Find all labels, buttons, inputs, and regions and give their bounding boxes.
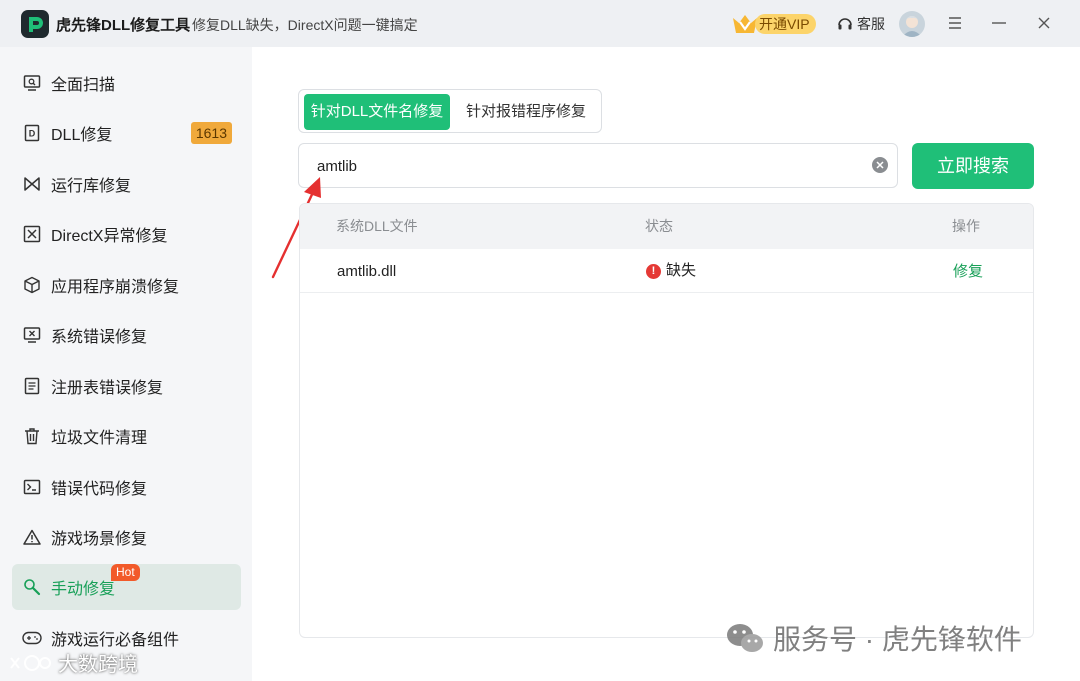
sidebar-item-label: 游戏运行必备组件 [51, 632, 180, 649]
dll-count-badge: 1613 [190, 122, 232, 144]
sidebar: 全面扫描 D DLL修复 1613 运行库修复 DirectX异常修复 应用程序… [0, 47, 252, 681]
service-label: 客服 [857, 16, 885, 32]
trash-icon [22, 426, 42, 446]
search-button[interactable]: 立即搜索 [912, 143, 1034, 189]
row-file-name: amtlib.dll [337, 263, 397, 280]
minimize-icon[interactable] [988, 12, 1010, 34]
wrench-icon [22, 577, 42, 597]
row-status: ! 缺失 [646, 249, 696, 293]
header-file: 系统DLL文件 [336, 218, 418, 234]
header-status: 状态 [645, 218, 673, 234]
sidebar-item-registry-repair[interactable]: 注册表错误修复 [12, 363, 241, 409]
watermark-text: 服务号 · 虎先锋软件 [773, 624, 1022, 655]
repair-link[interactable]: 修复 [953, 249, 983, 294]
watermark-logo-icon [10, 654, 51, 671]
watermark: 服务号 · 虎先锋软件 [725, 618, 1022, 658]
hot-badge: Hot [111, 564, 140, 581]
app-logo-icon [21, 10, 49, 38]
avatar[interactable] [899, 11, 925, 37]
repair-mode-tabs: 针对DLL文件名修复 针对报错程序修复 [298, 89, 602, 133]
watermark-secondary-text: 大数跨境 [58, 654, 138, 676]
vip-button[interactable]: 开通VIP [731, 12, 816, 36]
sidebar-item-game-scene-repair[interactable]: 游戏场景修复 [12, 514, 241, 560]
menu-icon[interactable] [944, 12, 966, 34]
monitor-x-icon [22, 325, 42, 345]
sidebar-item-label: DirectX异常修复 [51, 228, 168, 245]
search-box [298, 143, 898, 188]
sidebar-item-manual-repair[interactable]: 手动修复 Hot [12, 564, 241, 610]
terminal-icon [22, 477, 42, 497]
warning-icon [22, 527, 42, 547]
row-status-label: 缺失 [666, 262, 697, 279]
sidebar-item-full-scan[interactable]: 全面扫描 [12, 60, 241, 106]
dll-results-table: 系统DLL文件 状态 操作 amtlib.dll ! 缺失 修复 [299, 203, 1034, 638]
tab-dll-filename-repair[interactable]: 针对DLL文件名修复 [304, 94, 450, 130]
sidebar-item-dll-repair[interactable]: D DLL修复 1613 [12, 110, 241, 156]
gamepad-icon [22, 628, 42, 648]
error-icon: ! [646, 263, 661, 279]
title-bar: 虎先锋DLL修复工具 修复DLL缺失，DirectX问题一键搞定 开通VIP 客… [0, 0, 1080, 47]
sidebar-item-label: 应用程序崩溃修复 [51, 279, 180, 296]
vip-label: 开通VIP [755, 14, 816, 34]
monitor-scan-icon [22, 73, 42, 93]
sidebar-item-app-crash-repair[interactable]: 应用程序崩溃修复 [12, 262, 241, 308]
sidebar-item-label: 手动修复 [51, 581, 116, 598]
sidebar-item-label: 系统错误修复 [51, 329, 148, 346]
close-icon[interactable] [1033, 12, 1055, 34]
sidebar-item-system-error-repair[interactable]: 系统错误修复 [12, 312, 241, 358]
x-box-icon [22, 224, 42, 244]
sidebar-item-label: 注册表错误修复 [51, 380, 164, 397]
sidebar-item-error-code-repair[interactable]: 错误代码修复 [12, 464, 241, 510]
sidebar-item-label: 垃圾文件清理 [51, 430, 148, 447]
header-action: 操作 [952, 218, 980, 234]
table-header: 系统DLL文件 状态 操作 [300, 204, 1033, 249]
sidebar-item-directx-repair[interactable]: DirectX异常修复 [12, 211, 241, 257]
tab-error-program-repair[interactable]: 针对报错程序修复 [455, 94, 597, 130]
sidebar-item-label: 运行库修复 [51, 178, 132, 195]
search-input[interactable] [317, 154, 857, 178]
app-subtitle: 修复DLL缺失，DirectX问题一键搞定 [192, 17, 418, 33]
sidebar-item-label: 全面扫描 [51, 77, 116, 94]
service-button[interactable]: 客服 [837, 14, 885, 34]
cube-icon [22, 275, 42, 295]
watermark-secondary: 大数跨境 [8, 648, 138, 677]
clear-icon[interactable] [872, 157, 888, 173]
document-icon [22, 376, 42, 396]
table-row: amtlib.dll ! 缺失 修复 [300, 249, 1033, 294]
sidebar-item-runtime-repair[interactable]: 运行库修复 [12, 161, 241, 207]
sidebar-item-label: 游戏场景修复 [51, 531, 148, 548]
sidebar-item-label: 错误代码修复 [51, 481, 148, 498]
headset-icon [838, 18, 852, 30]
sidebar-item-label: DLL修复 [51, 127, 113, 144]
app-title: 虎先锋DLL修复工具 [56, 17, 191, 34]
svg-text:D: D [29, 129, 36, 139]
dll-file-icon: D [22, 123, 42, 143]
wechat-icon [727, 624, 763, 652]
sidebar-item-junk-cleanup[interactable]: 垃圾文件清理 [12, 413, 241, 459]
bowtie-icon [22, 174, 42, 194]
